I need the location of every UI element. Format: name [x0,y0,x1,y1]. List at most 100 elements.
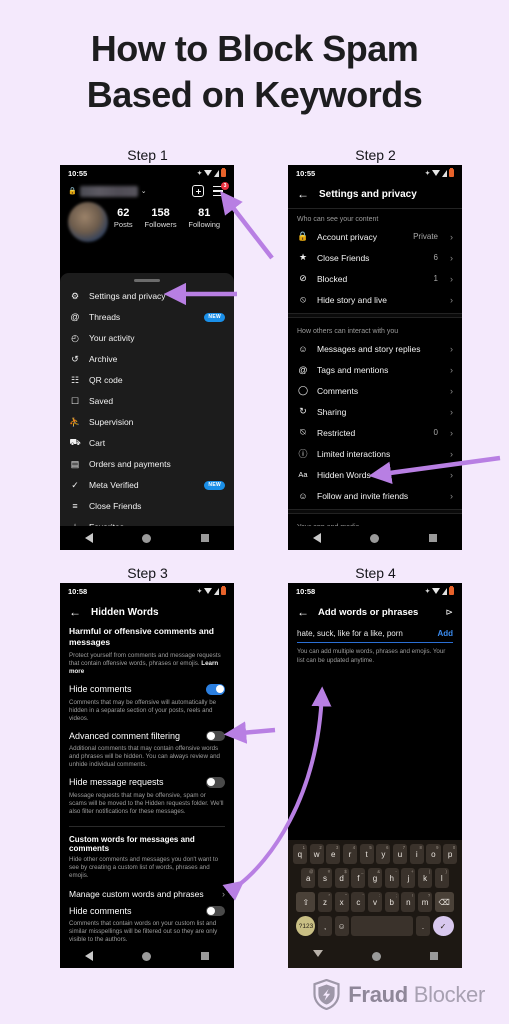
key-z[interactable]: z * [317,892,333,912]
toggle-advanced-filtering-switch[interactable] [206,730,225,741]
key-l[interactable]: l) [434,868,449,888]
stat-followers[interactable]: 158 Followers [144,207,176,229]
key-enter[interactable]: ✓ [432,916,454,936]
profile-header: 🔒 ⌄ 3 [60,181,234,199]
status-icons: ✦ [197,585,226,595]
profile-stats: 62 Posts 158 Followers 81 Following [60,199,234,242]
settings-row-sharing[interactable]: ↻ Sharing › [288,401,462,422]
key-h[interactable]: h- [384,868,399,888]
words-input[interactable]: hate, suck, like for a like, porn [297,629,437,638]
toggle-hide-comments-custom[interactable]: Hide comments [60,903,234,920]
menu-item-meta-verified[interactable]: ✓ Meta Verified NEW [60,475,234,496]
key-e[interactable]: e3 [326,844,341,864]
key-o[interactable]: o9 [426,844,441,864]
settings-row-blocked[interactable]: ⊘ Blocked 1 › [288,268,462,289]
key-j[interactable]: j + [401,868,416,888]
key-s[interactable]: s # [317,868,333,888]
stat-posts[interactable]: 62 Posts [114,207,133,229]
settings-row-hide-story-and-live[interactable]: ⦸ Hide story and live › [288,289,462,310]
toggle-hide-comments-custom-switch[interactable] [206,905,225,916]
menu-item-settings-and-privacy[interactable]: ⚙ Settings and privacy [60,286,234,307]
manage-custom-words-row[interactable]: Manage custom words and phrases › [60,885,234,903]
settings-row-hidden-words[interactable]: Aa Hidden Words › [288,464,462,485]
sheet-drag-handle[interactable] [134,279,160,282]
key-alt-label: ( [428,869,431,874]
key-q[interactable]: q1 [292,844,307,864]
key-a[interactable]: a @ [301,868,316,888]
settings-row-close-friends[interactable]: ★ Close Friends 6 › [288,247,462,268]
nav-recents-icon[interactable] [201,952,210,960]
back-arrow-icon[interactable]: ← [297,606,309,618]
key-comma[interactable]: , [317,916,333,936]
words-input-row[interactable]: hate, suck, like for a like, porn Add [297,629,453,643]
key-k[interactable]: k( [417,868,433,888]
key-space[interactable] [351,916,414,936]
key-numeric-switch[interactable]: ?123 [296,916,316,936]
back-arrow-icon[interactable]: ← [297,188,309,200]
nav-back-icon[interactable] [312,950,323,962]
nav-back-icon[interactable] [84,951,93,961]
username-selector[interactable]: 🔒 ⌄ [68,185,147,197]
settings-row-account-privacy[interactable]: 🔒 Account privacy Private › [288,226,462,247]
key-v[interactable]: v: [367,892,383,912]
key-p[interactable]: p0 [443,844,458,864]
nav-home-icon[interactable] [142,951,152,961]
menu-item-saved[interactable]: ☐ Saved [60,391,234,412]
add-new-icon[interactable] [192,185,204,197]
key-m[interactable]: m? [417,892,433,912]
menu-item-qr-code[interactable]: ☷ QR code [60,370,234,391]
key-x[interactable]: x " [334,892,349,912]
settings-row-tags-and-mentions[interactable]: @ Tags and mentions › [288,359,462,380]
key-d[interactable]: d $ [334,868,349,888]
settings-row-follow-and-invite-friends[interactable]: ☺ Follow and invite friends › [288,485,462,506]
stat-following[interactable]: 81 Following [188,207,220,229]
key-w[interactable]: w2 [309,844,324,864]
android-nav-bar [288,526,462,550]
key-f[interactable]: f _ [351,868,366,888]
add-button[interactable]: Add [437,629,453,638]
key-b[interactable]: b; [384,892,399,912]
toggle-hide-message-requests[interactable]: Hide message requests [60,774,234,791]
settings-row-restricted[interactable]: ⍉ Restricted 0 › [288,422,462,443]
toggle-hide-comments[interactable]: Hide comments [60,681,234,698]
nav-recents-icon[interactable] [201,534,210,542]
key-t[interactable]: t5 [359,844,374,864]
back-arrow-icon[interactable]: ← [69,606,81,618]
nav-recents-icon[interactable] [429,952,438,960]
settings-row-limited-interactions[interactable]: ⓘ Limited interactions › [288,443,462,464]
hamburger-menu-icon[interactable]: 3 [213,182,229,196]
menu-item-archive[interactable]: ↺ Archive [60,349,234,370]
key-r[interactable]: r4 [342,844,358,864]
key-g[interactable]: g & [367,868,383,888]
chevron-right-icon: › [450,406,453,417]
avatar[interactable] [68,202,108,242]
key-u[interactable]: u7 [392,844,408,864]
settings-row-comments[interactable]: ◯ Comments › [288,380,462,401]
nav-home-icon[interactable] [370,533,380,543]
menu-item-your-activity[interactable]: ◴ Your activity [60,328,234,349]
settings-row-messages-and-story-replies[interactable]: ☺ Messages and story replies › [288,338,462,359]
toggle-hide-comments-switch[interactable] [206,684,225,695]
menu-item-orders-and-payments[interactable]: ▤ Orders and payments [60,454,234,475]
key-n[interactable]: n! [401,892,416,912]
nav-home-icon[interactable] [142,533,152,543]
menu-item-threads[interactable]: @ Threads NEW [60,307,234,328]
key-shift[interactable]: ⇧ [296,892,316,912]
key-backspace[interactable]: ⌫ [434,892,454,912]
nav-back-icon[interactable] [312,533,321,543]
toggle-hide-message-requests-switch[interactable] [206,777,225,788]
on-screen-keyboard[interactable]: q1w2e3r4t5y6u7i8o9p0 a @ s # d $ f _ g & h - j + k(l) … [288,840,462,944]
key-period[interactable]: . [415,916,431,936]
menu-item-cart[interactable]: ⛟ Cart [60,433,234,454]
key-y[interactable]: y6 [376,844,391,864]
menu-item-close-friends[interactable]: ≡ Close Friends [60,496,234,517]
share-icon[interactable]: ⊳ [445,607,453,618]
key-emoji[interactable]: ☺ [334,916,349,936]
menu-item-supervision[interactable]: ⛹ Supervision [60,412,234,433]
key-c[interactable]: c ' [351,892,366,912]
key-i[interactable]: i8 [409,844,424,864]
nav-recents-icon[interactable] [429,534,438,542]
nav-home-icon[interactable] [371,951,381,961]
toggle-advanced-filtering[interactable]: Advanced comment filtering [60,728,234,745]
nav-back-icon[interactable] [84,533,93,543]
